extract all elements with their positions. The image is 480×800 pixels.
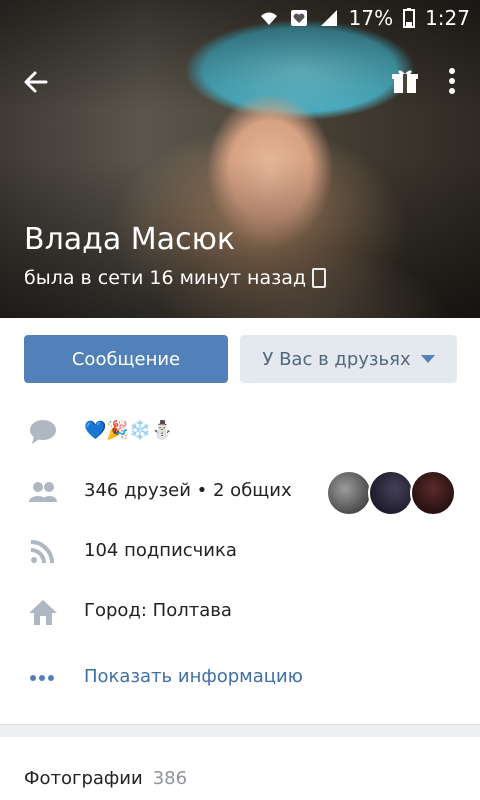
more-vertical-icon[interactable] xyxy=(444,66,460,96)
battery-icon xyxy=(403,8,416,28)
mobile-phone-icon xyxy=(312,268,326,288)
back-arrow-icon[interactable] xyxy=(20,66,52,98)
last-seen: была в сети 16 минут назад xyxy=(24,267,326,289)
photos-section-header[interactable]: Фотографии 386 xyxy=(24,768,187,789)
profile-name: Влада Масюк xyxy=(24,222,235,257)
show-info-link[interactable]: Показать информацию xyxy=(84,666,303,687)
section-divider xyxy=(0,724,480,737)
rss-icon xyxy=(30,540,54,564)
status-text: 💙🎉❄️⛄ xyxy=(84,420,174,441)
photos-count: 386 xyxy=(152,768,188,789)
gift-icon[interactable] xyxy=(390,66,420,96)
mutual-friends-avatars[interactable] xyxy=(326,470,456,516)
status-row[interactable]: 💙🎉❄️⛄ xyxy=(0,412,480,452)
last-seen-text: была в сети 16 минут назад xyxy=(24,267,306,289)
chevron-down-icon xyxy=(420,355,435,363)
followers-count: 104 подписчика xyxy=(84,540,237,561)
profile-screen: 17% 1:27 Влада Масюк была в сети 16 мину… xyxy=(0,0,480,800)
city-row: Город: Полтава xyxy=(0,592,480,632)
wifi-icon xyxy=(260,12,277,25)
friends-status-label: У Вас в друзьях xyxy=(262,348,411,370)
friends-count: 346 друзей • 2 общих xyxy=(84,480,292,501)
followers-row[interactable]: 104 подписчика xyxy=(0,532,480,572)
heart-notification-icon xyxy=(290,10,307,26)
signal-icon xyxy=(320,10,337,26)
message-button[interactable]: Сообщение xyxy=(24,335,228,383)
avatar xyxy=(326,470,372,516)
friends-icon xyxy=(29,482,57,502)
city-text: Город: Полтава xyxy=(84,600,232,621)
friends-status-button[interactable]: У Вас в друзьях xyxy=(240,335,457,383)
avatar xyxy=(410,470,456,516)
clock: 1:27 xyxy=(425,6,470,30)
profile-cover-photo[interactable]: 17% 1:27 Влада Масюк была в сети 16 мину… xyxy=(0,0,480,318)
battery-level: 17% xyxy=(348,6,394,30)
show-info-row[interactable]: Показать информацию xyxy=(0,658,480,698)
avatar xyxy=(368,470,414,516)
profile-actions: Сообщение У Вас в друзьях xyxy=(24,335,457,383)
ellipsis-icon xyxy=(30,675,54,681)
speech-bubble-icon xyxy=(30,420,56,444)
friends-row[interactable]: 346 друзей • 2 общих xyxy=(0,470,480,516)
home-icon xyxy=(29,600,57,625)
status-bar: 17% 1:27 xyxy=(0,0,480,36)
photos-label: Фотографии xyxy=(24,768,143,789)
profile-toolbar xyxy=(0,56,480,106)
